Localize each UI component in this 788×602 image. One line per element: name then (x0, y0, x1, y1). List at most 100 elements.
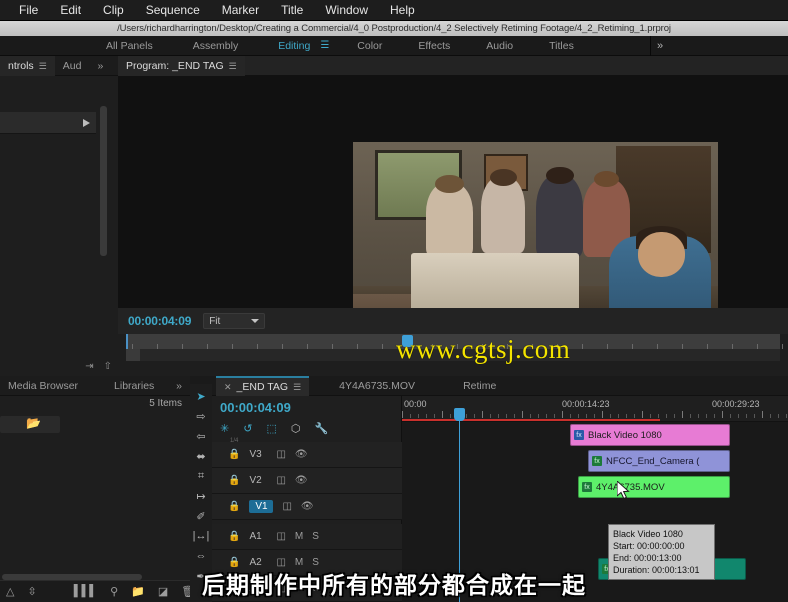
track-label-v2: V2 (249, 475, 262, 486)
tab-libraries[interactable]: Libraries (106, 376, 162, 396)
tab-sequence-end-tag[interactable]: ✕ _END TAG ☰ (216, 375, 310, 397)
clip-4y4a6735-mov[interactable]: fx 4Y4A6735.MOV (578, 476, 730, 498)
workspace-effects[interactable]: Effects (412, 36, 456, 56)
hamburger-icon[interactable]: ☰ (316, 40, 333, 51)
mouse-pointer-icon (617, 481, 630, 500)
track-header-v1[interactable]: 🔒 V1 ◫ 👁 (212, 494, 402, 520)
workspace-color[interactable]: Color (351, 36, 388, 56)
snap-icon[interactable]: ✳ (220, 422, 229, 435)
effect-controls-row[interactable] (0, 112, 96, 134)
clip-nfcc-end-camera[interactable]: fx NFCC_End_Camera ( (588, 450, 730, 472)
rate-stretch-tool[interactable]: ↦ (192, 488, 210, 504)
tab-program-monitor-label: Program: _END TAG (126, 59, 224, 72)
project-path-bar: /Users/richardharrington/Desktop/Creatin… (0, 21, 788, 36)
hamburger-icon[interactable]: ☰ (229, 56, 237, 76)
workspace-overflow-chevron[interactable]: » (650, 36, 669, 56)
track-select-backward-tool[interactable]: ⇦ (192, 428, 210, 444)
sync-icon[interactable]: ◫ (282, 501, 291, 512)
lock-icon[interactable]: 🔒 (228, 449, 240, 460)
sync-icon[interactable]: ◫ (276, 475, 285, 486)
workspace-assembly[interactable]: Assembly (187, 36, 245, 56)
ruler-label-end: 00:00:29:23 (712, 399, 760, 409)
timeline-playhead[interactable] (454, 408, 465, 421)
timeline-settings-icon[interactable]: 🔧 (314, 422, 328, 435)
lock-icon[interactable]: 🔒 (228, 475, 240, 486)
menu-item-edit[interactable]: Edit (49, 0, 92, 21)
menu-item-window[interactable]: Window (314, 0, 379, 21)
tab-sequence-end-tag-label: _END TAG (236, 380, 289, 393)
tab-media-browser[interactable]: Media Browser (0, 376, 86, 396)
menu-item-marker[interactable]: Marker (211, 0, 270, 21)
tab-clip-4y4a6735[interactable]: 4Y4A6735.MOV (331, 376, 423, 396)
work-area-bar[interactable] (402, 419, 660, 421)
zoom-level-value: Fit (209, 315, 221, 327)
hamburger-icon[interactable]: ☰ (293, 377, 301, 397)
effect-controls-scrollbar[interactable] (100, 106, 107, 256)
add-marker-icon[interactable]: ⬡ (291, 422, 301, 435)
keyframe-nav-icon[interactable]: ⇥ (85, 361, 93, 372)
clip-black-video-1080[interactable]: fx Black Video 1080 (570, 424, 730, 446)
slide-tool[interactable]: ⇔ (192, 548, 210, 564)
project-path-text: /Users/richardharrington/Desktop/Creatin… (117, 23, 671, 34)
rolling-edit-tool[interactable]: ⌗ (192, 468, 210, 484)
project-overflow-chevron[interactable]: » (168, 376, 190, 396)
tab-effect-controls[interactable]: ntrols ☰ (0, 55, 55, 76)
timeline-timecode[interactable]: 00:00:04:09 (220, 400, 291, 415)
eye-icon[interactable]: 👁 (295, 475, 308, 486)
tab-program-monitor[interactable]: Program: _END TAG ☰ (118, 55, 245, 76)
lock-icon[interactable]: 🔒 (228, 501, 240, 512)
mute-button[interactable]: M (295, 531, 303, 542)
marker-overlay-icon[interactable]: ⬚ (266, 422, 276, 435)
menu-item-sequence[interactable]: Sequence (135, 0, 211, 21)
fx-badge-icon: fx (592, 456, 602, 466)
premiere-pro-window: File Edit Clip Sequence Marker Title Win… (0, 0, 788, 602)
lock-icon[interactable]: 🔒 (228, 531, 240, 542)
track-label-v1[interactable]: V1 (249, 500, 274, 513)
workspace-all-panels[interactable]: All Panels (100, 36, 159, 56)
track-header-v3[interactable]: 🔒 V3 ◫ 👁 (212, 442, 402, 468)
slip-tool[interactable]: |↔| (192, 528, 210, 544)
track-header-v2[interactable]: 🔒 V2 ◫ 👁 (212, 468, 402, 494)
close-icon[interactable]: ✕ (224, 377, 232, 397)
menu-item-clip[interactable]: Clip (92, 0, 135, 21)
solo-button[interactable]: S (312, 531, 319, 542)
fx-badge-icon: fx (582, 482, 592, 492)
linked-selection-icon[interactable]: ↺ (243, 422, 252, 435)
site-watermark: www.cgtsj.com (396, 334, 571, 364)
zoom-level-dropdown[interactable]: Fit (203, 313, 266, 329)
triangle-right-icon[interactable] (83, 118, 90, 127)
tab-effect-controls-label: ntrols (8, 59, 34, 72)
tab-retime[interactable]: Retime (455, 376, 504, 396)
workspace-titles[interactable]: Titles (543, 36, 580, 56)
eye-icon[interactable]: 👁 (295, 449, 308, 460)
ruler-label-mid: 00:00:14:23 (562, 399, 610, 409)
export-icon[interactable]: ⇧ (104, 361, 112, 372)
sync-icon[interactable]: ◫ (276, 449, 285, 460)
eye-icon[interactable]: 👁 (301, 501, 314, 512)
menu-item-file[interactable]: File (8, 0, 49, 21)
razor-tool[interactable]: ✐ (192, 508, 210, 524)
left-top-overflow[interactable]: » (89, 56, 111, 76)
program-monitor-tab-strip: Program: _END TAG ☰ (118, 55, 788, 76)
program-monitor-stage[interactable] (118, 76, 788, 347)
program-timecode[interactable]: 00:00:04:09 (128, 314, 191, 328)
effect-controls-panel: ntrols ☰ Aud » ⇥ ⇧ (0, 55, 118, 376)
application-menubar: File Edit Clip Sequence Marker Title Win… (0, 0, 788, 21)
workspace-audio[interactable]: Audio (480, 36, 519, 56)
menu-item-title[interactable]: Title (270, 0, 314, 21)
selection-tool[interactable]: ➤ (192, 388, 210, 404)
track-select-forward-tool[interactable]: ⇨ (192, 408, 210, 424)
tooltip-start: Start: 00:00:00:00 (613, 541, 685, 551)
tab-audio-clip-mixer[interactable]: Aud (55, 56, 90, 76)
folder-search-icon[interactable]: 📂 (26, 416, 41, 430)
workspace-editing[interactable]: Editing (272, 36, 316, 56)
track-header-a1[interactable]: 🔒 A1 ◫ M S (212, 524, 402, 550)
tooltip-end: End: 00:00:13:00 (613, 553, 682, 563)
fx-badge-icon: fx (574, 430, 584, 440)
hamburger-icon[interactable]: ☰ (39, 56, 47, 76)
ripple-edit-tool[interactable]: ⬌ (192, 448, 210, 464)
chevron-down-icon (251, 319, 260, 323)
menu-item-help[interactable]: Help (379, 0, 426, 21)
program-monitor-panel: Program: _END TAG ☰ www.cgtsj.com 00:00:… (118, 55, 788, 419)
sync-icon[interactable]: ◫ (276, 531, 285, 542)
